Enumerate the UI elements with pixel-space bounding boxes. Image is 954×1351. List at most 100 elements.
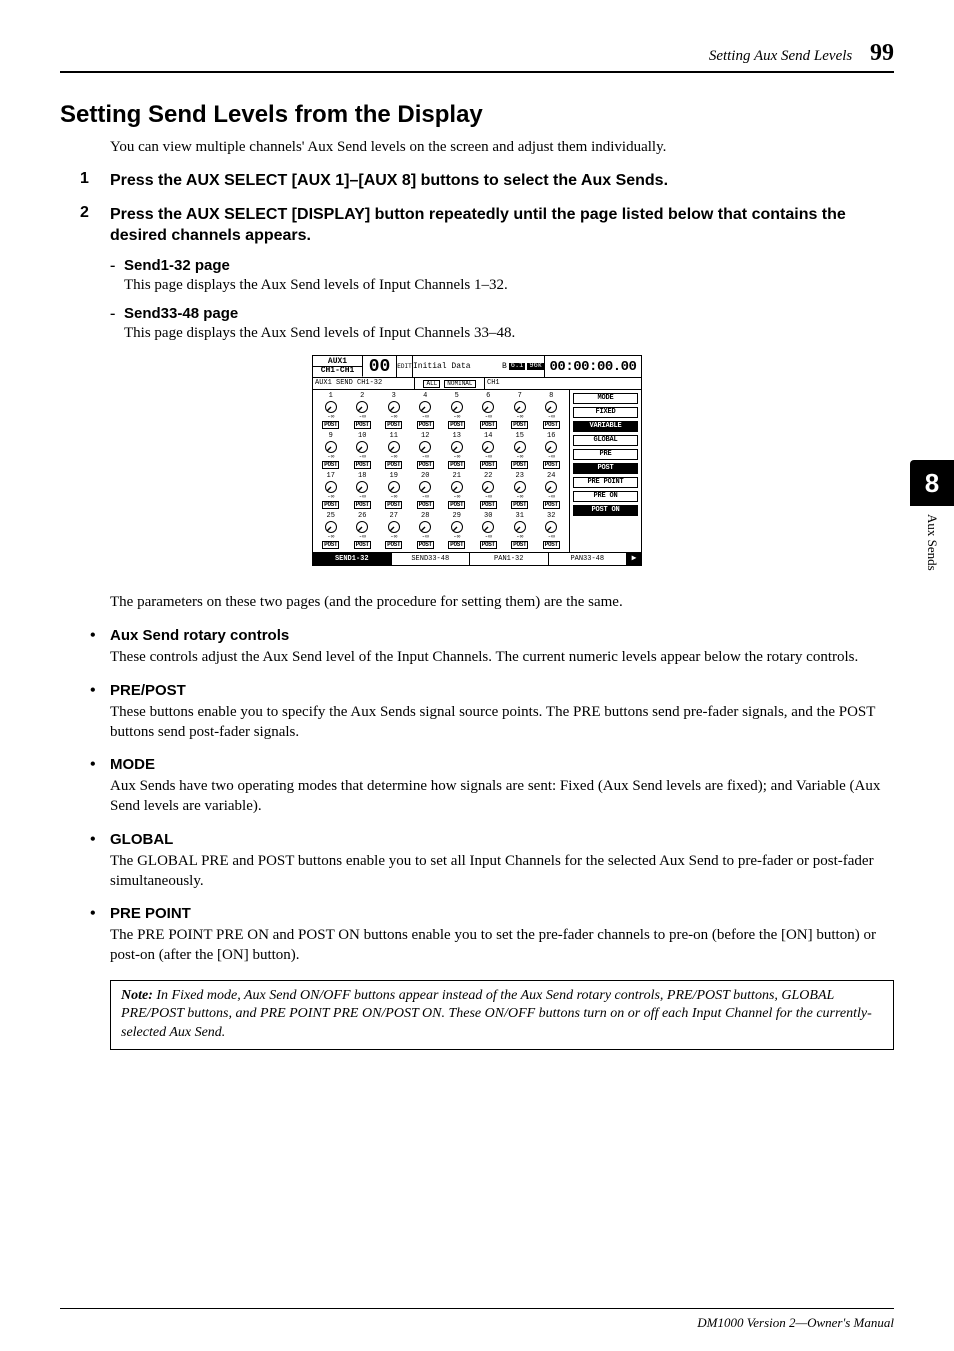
knob-number: 31 (516, 513, 524, 520)
knob-5[interactable]: 5-∞POST (441, 392, 473, 432)
knob-19[interactable]: 19-∞POST (378, 472, 410, 512)
knob-1[interactable]: 1-∞POST (315, 392, 347, 432)
prepost-button[interactable]: POST (480, 501, 497, 509)
knob-value: -∞ (485, 534, 492, 540)
knob-3[interactable]: 3-∞POST (378, 392, 410, 432)
prepost-button[interactable]: POST (480, 541, 497, 549)
prepost-button[interactable]: POST (417, 421, 434, 429)
knob-26[interactable]: 26-∞POST (347, 512, 379, 552)
prepost-button[interactable]: POST (354, 541, 371, 549)
rotary-icon (544, 480, 558, 494)
mode-button-post-on[interactable]: POST ON (573, 505, 638, 516)
knob-11[interactable]: 11-∞POST (378, 432, 410, 472)
mode-button-mode[interactable]: MODE (573, 393, 638, 404)
rotary-icon (418, 440, 432, 454)
knob-24[interactable]: 24-∞POST (536, 472, 568, 512)
prepost-button[interactable]: POST (448, 501, 465, 509)
knob-number: 16 (547, 433, 555, 440)
tab-scroll-right[interactable]: ▶ (627, 553, 641, 565)
prepost-button[interactable]: POST (385, 501, 402, 509)
chapter-label: Aux Sends (910, 506, 940, 571)
knob-18[interactable]: 18-∞POST (347, 472, 379, 512)
knob-value: -∞ (359, 414, 366, 420)
knob-6[interactable]: 6-∞POST (473, 392, 505, 432)
bullet-item: PRE POINTThe PRE POINT PRE ON and POST O… (60, 905, 894, 966)
tab-pan1-32[interactable]: PAN1-32 (470, 553, 549, 565)
knob-value: -∞ (390, 454, 397, 460)
prepost-button[interactable]: POST (354, 501, 371, 509)
prepost-button[interactable]: POST (354, 421, 371, 429)
prepost-button[interactable]: POST (543, 421, 560, 429)
lcd-knob-grid: 1-∞POST2-∞POST3-∞POST4-∞POST5-∞POST6-∞PO… (313, 390, 569, 552)
knob-value: -∞ (390, 534, 397, 540)
knob-number: 22 (484, 473, 492, 480)
prepost-button[interactable]: POST (543, 461, 560, 469)
mode-button-pre-point[interactable]: PRE POINT (573, 477, 638, 488)
rotary-icon (481, 480, 495, 494)
mode-button-pre-on[interactable]: PRE ON (573, 491, 638, 502)
rotary-icon (481, 440, 495, 454)
knob-2[interactable]: 2-∞POST (347, 392, 379, 432)
knob-17[interactable]: 17-∞POST (315, 472, 347, 512)
prepost-button[interactable]: POST (322, 541, 339, 549)
mode-button-pre[interactable]: PRE (573, 449, 638, 460)
knob-10[interactable]: 10-∞POST (347, 432, 379, 472)
mode-button-variable[interactable]: VARIABLE (573, 421, 638, 432)
prepost-button[interactable]: POST (543, 541, 560, 549)
prepost-button[interactable]: POST (448, 541, 465, 549)
knob-22[interactable]: 22-∞POST (473, 472, 505, 512)
knob-9[interactable]: 9-∞POST (315, 432, 347, 472)
knob-number: 27 (390, 513, 398, 520)
prepost-button[interactable]: POST (417, 461, 434, 469)
knob-27[interactable]: 27 -∞POST (378, 512, 410, 552)
knob-23[interactable]: 23-∞POST (504, 472, 536, 512)
knob-21[interactable]: 21-∞POST (441, 472, 473, 512)
knob-8[interactable]: 8-∞POST (536, 392, 568, 432)
prepost-button[interactable]: POST (417, 541, 434, 549)
knob-4[interactable]: 4-∞POST (410, 392, 442, 432)
knob-28[interactable]: 28-∞POST (410, 512, 442, 552)
knob-32[interactable]: 32-∞POST (536, 512, 568, 552)
tab-pan33-48[interactable]: PAN33-48 (549, 553, 628, 565)
knob-20[interactable]: 20-∞POST (410, 472, 442, 512)
tab-send33-48[interactable]: SEND33-48 (392, 553, 471, 565)
prepost-button[interactable]: POST (322, 421, 339, 429)
tab-send1-32[interactable]: SEND1-32 (313, 553, 392, 565)
knob-7[interactable]: 7-∞POST (504, 392, 536, 432)
mode-button-global[interactable]: GLOBAL (573, 435, 638, 446)
bullet-head: PRE POINT (110, 905, 894, 922)
knob-13[interactable]: 13-∞POST (441, 432, 473, 472)
prepost-button[interactable]: POST (511, 541, 528, 549)
prepost-button[interactable]: POST (322, 461, 339, 469)
knob-16[interactable]: 16-∞POST (536, 432, 568, 472)
prepost-button[interactable]: POST (417, 501, 434, 509)
prepost-button[interactable]: POST (322, 501, 339, 509)
prepost-button[interactable]: POST (385, 461, 402, 469)
prepost-button[interactable]: POST (448, 461, 465, 469)
knob-25[interactable]: 25-∞POST (315, 512, 347, 552)
knob-31[interactable]: 31-∞POST (504, 512, 536, 552)
prepost-button[interactable]: POST (385, 541, 402, 549)
prepost-button[interactable]: POST (511, 461, 528, 469)
knob-30[interactable]: 30-∞POST (473, 512, 505, 552)
lcd-page-label: AUX1 SEND CH1-32 (313, 378, 415, 389)
bullet-body: These controls adjust the Aux Send level… (110, 649, 858, 665)
chapter-tab: 8 Aux Sends (910, 460, 954, 571)
prepost-button[interactable]: POST (543, 501, 560, 509)
mode-button-post[interactable]: POST (573, 463, 638, 474)
prepost-button[interactable]: POST (511, 421, 528, 429)
knob-15[interactable]: 15-∞POST (504, 432, 536, 472)
lcd-flag: B (502, 363, 507, 371)
prepost-button[interactable]: POST (480, 421, 497, 429)
prepost-button[interactable]: POST (385, 421, 402, 429)
prepost-button[interactable]: POST (480, 461, 497, 469)
knob-29[interactable]: 29-∞POST (441, 512, 473, 552)
mode-button-fixed[interactable]: FIXED (573, 407, 638, 418)
rotary-icon (450, 480, 464, 494)
knob-14[interactable]: 14-∞POST (473, 432, 505, 472)
prepost-button[interactable]: POST (448, 421, 465, 429)
rotary-icon (387, 520, 401, 534)
knob-12[interactable]: 12-∞POST (410, 432, 442, 472)
prepost-button[interactable]: POST (511, 501, 528, 509)
prepost-button[interactable]: POST (354, 461, 371, 469)
